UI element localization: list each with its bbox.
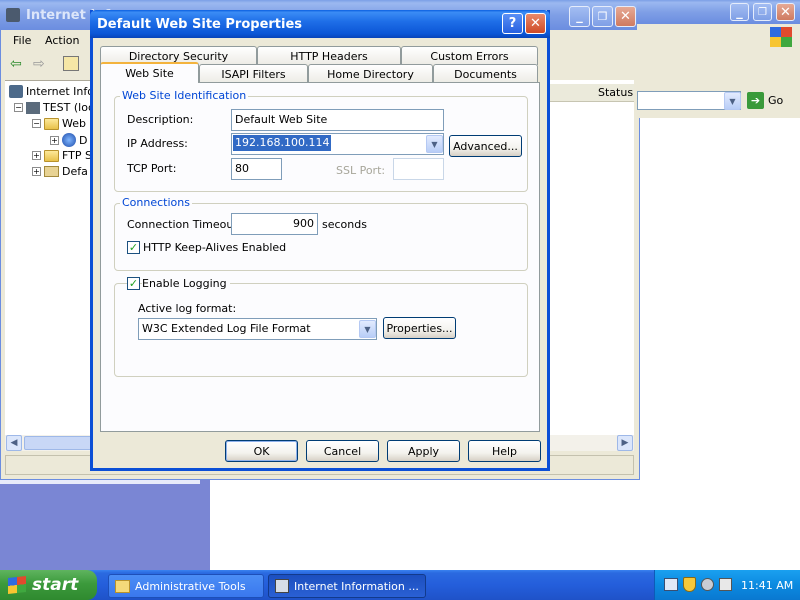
taskbar-item-admin-tools[interactable]: Administrative Tools [108,574,264,598]
enable-logging-label[interactable]: Enable Logging [142,277,230,290]
globe-icon [62,133,76,147]
tcp-port-input[interactable]: 80 [231,158,282,180]
up-folder-icon[interactable] [63,56,79,71]
iis-close-button[interactable]: ✕ [615,6,636,27]
windows-flag-icon [8,576,26,594]
explorer-restore-button[interactable]: ❐ [753,3,772,21]
forward-arrow-icon[interactable]: ⇨ [33,57,45,71]
expand-icon[interactable]: + [32,167,41,176]
explorer-minimize-button[interactable]: _ [730,3,749,21]
tcp-port-label: TCP Port: [127,162,177,175]
timeout-unit: seconds [322,218,367,231]
tool-icon[interactable] [719,578,732,591]
menu-action[interactable]: Action [45,34,79,47]
timeout-label: Connection Timeout: [127,218,242,231]
tab-home-directory[interactable]: Home Directory [308,64,433,83]
cancel-button[interactable]: Cancel [306,440,379,462]
desktop-strip [0,480,200,484]
details-pane [548,80,634,435]
address-dropdown-icon[interactable]: ▼ [724,92,741,110]
scroll-left-button[interactable]: ◀ [6,435,22,451]
clock[interactable]: 11:41 AM [741,579,793,592]
keepalive-checkbox[interactable]: ✓ [127,241,140,254]
tree-item-default-smtp[interactable]: + Defa [32,165,88,178]
start-button[interactable]: start [0,570,97,600]
desktop-area [0,480,210,570]
ssl-port-input[interactable] [393,158,444,180]
tree-item-test[interactable]: − TEST (loc [14,101,94,114]
tree-item-default-site[interactable]: + D [50,133,87,147]
go-arrow-icon: ➔ [747,92,764,109]
apply-button[interactable]: Apply [387,440,460,462]
expand-icon[interactable]: + [32,151,41,160]
ip-dropdown-icon[interactable]: ▼ [426,135,443,153]
ip-address-select[interactable]: 192.168.100.114 [231,133,444,155]
dialog-titlebar[interactable]: Default Web Site Properties [90,10,550,38]
scroll-thumb[interactable] [24,436,94,450]
iis-app-icon [275,579,289,593]
smtp-icon [44,166,59,177]
dialog-help-button[interactable]: ? [502,13,523,34]
network-icon[interactable] [664,578,678,591]
menu-file[interactable]: File [13,34,31,47]
security-shield-icon[interactable] [683,577,696,592]
iis-maximize-button[interactable]: ❐ [592,6,613,27]
description-label: Description: [127,113,194,126]
tree-item-iis-root[interactable]: Internet Info [9,85,94,98]
go-button[interactable]: ➔ Go [747,91,797,110]
collapse-icon[interactable]: − [32,119,41,128]
computer-icon [26,101,40,114]
folder-icon [44,149,59,162]
log-format-label: Active log format: [138,302,237,315]
description-input[interactable]: Default Web Site [231,109,444,131]
tab-http-headers[interactable]: HTTP Headers [257,46,401,65]
enable-logging-checkbox[interactable]: ✓ [127,277,140,290]
timeout-input[interactable]: 900 [231,213,318,235]
taskbar-item-iis[interactable]: Internet Information ... [268,574,426,598]
log-format-select[interactable]: W3C Extended Log File Format [138,318,377,340]
scroll-right-button[interactable]: ▶ [617,435,633,451]
tab-web-site[interactable]: Web Site [100,62,199,83]
keepalive-label[interactable]: HTTP Keep-Alives Enabled [143,241,286,254]
connections-group-title: Connections [120,196,192,209]
ssl-port-label: SSL Port: [336,164,386,177]
ip-address-label: IP Address: [127,137,188,150]
identification-group-title: Web Site Identification [120,89,249,102]
explorer-close-button[interactable]: ✕ [776,3,795,21]
tab-documents[interactable]: Documents [433,64,538,83]
iis-app-icon [6,8,20,22]
folder-icon [115,579,130,593]
ok-button[interactable]: OK [225,440,298,462]
iis-root-icon [9,85,23,98]
tab-isapi-filters[interactable]: ISAPI Filters [199,64,308,83]
collapse-icon[interactable]: − [14,103,23,112]
windows-logo-icon [770,27,792,47]
dialog-title: Default Web Site Properties [97,17,303,32]
tree-item-web-sites[interactable]: − Web [32,117,86,130]
expand-icon[interactable]: + [50,135,59,145]
log-properties-button[interactable]: Properties... [383,317,456,339]
advanced-button[interactable]: Advanced... [449,135,522,157]
back-arrow-icon[interactable]: ⇦ [10,57,22,71]
dialog-close-button[interactable]: ✕ [525,13,546,34]
log-format-dropdown-icon[interactable]: ▼ [359,320,376,338]
ip-address-value: 192.168.100.114 [233,135,332,151]
speaker-icon[interactable] [701,578,714,591]
help-button[interactable]: Help [468,440,541,462]
status-column-header[interactable]: Status [548,84,634,102]
folder-icon [44,117,59,130]
connections-group [114,203,528,271]
tab-custom-errors[interactable]: Custom Errors [401,46,538,65]
iis-minimize-button[interactable]: _ [569,6,590,27]
tree-item-ftp[interactable]: + FTP S [32,149,92,162]
